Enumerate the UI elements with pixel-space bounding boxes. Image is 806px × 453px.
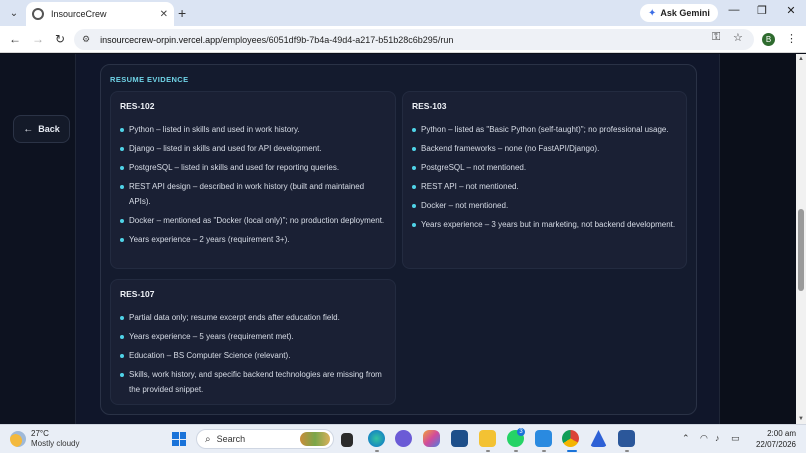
tab-insourcecrew[interactable]: InsourceCrew ✕ — [26, 2, 174, 26]
left-rail: ← Back — [0, 54, 76, 424]
app-a-icon[interactable] — [590, 430, 607, 447]
speaker-muted-icon[interactable]: ♪ — [715, 433, 720, 443]
profile-avatar[interactable]: B — [762, 33, 775, 46]
file-explorer-icon[interactable] — [479, 430, 496, 447]
running-indicator — [486, 450, 490, 452]
active-indicator — [567, 450, 577, 452]
page-content: ← Back RESUME EVIDENCE RES-102 Python – … — [0, 54, 796, 424]
battery-icon[interactable]: ▭ — [731, 433, 740, 444]
start-windows-icon[interactable] — [172, 432, 186, 446]
evidence-item: Docker – not mentioned. — [412, 198, 676, 213]
resume-card-res-107: RES-107 Partial data only; resume excerp… — [110, 279, 396, 405]
clock-time: 2:00 am — [767, 429, 796, 438]
forward-arrow-icon[interactable]: → — [31, 32, 45, 46]
search-icon: ⌕ — [205, 433, 211, 445]
scroll-up-icon[interactable]: ▲ — [798, 56, 804, 62]
resume-card-res-102: RES-102 Python – listed in skills and us… — [110, 91, 396, 269]
search-label: Search — [216, 434, 246, 444]
task-view-icon[interactable] — [341, 433, 353, 447]
evidence-item: Skills, work history, and specific backe… — [120, 367, 385, 397]
main-column: RESUME EVIDENCE RES-102 Python – listed … — [76, 54, 720, 424]
edge-icon[interactable] — [368, 430, 385, 447]
windows-taskbar: 27°C Mostly cloudy ⌕ Search 3 ⌃ ◠ ♪ ▭ 2:… — [0, 424, 806, 453]
temperature: 27°C — [31, 429, 49, 438]
copilot-icon[interactable] — [423, 430, 440, 447]
new-tab-button[interactable]: + — [178, 5, 186, 21]
system-clock[interactable]: 2:00 am 22/07/2026 — [750, 428, 796, 450]
evidence-item: Python – listed in skills and used in wo… — [120, 122, 385, 137]
copilot-app-icon[interactable] — [395, 430, 412, 447]
chevron-up-icon[interactable]: ⌃ — [682, 433, 690, 444]
address-bar[interactable]: ⚙ insourcecrew-orpin.vercel.app/employee… — [74, 29, 754, 50]
evidence-item: Django – listed in skills and used for A… — [120, 141, 385, 156]
minimize-button[interactable]: — — [724, 4, 744, 16]
site-favicon-icon — [32, 8, 44, 20]
tab-search-chevron-icon[interactable]: ⌄ — [6, 5, 22, 21]
vscode-icon[interactable] — [535, 430, 552, 447]
gemini-spark-icon: ✦ — [648, 7, 657, 19]
running-indicator — [514, 450, 518, 452]
microsoft-store-icon[interactable] — [451, 430, 468, 447]
section-title: RESUME EVIDENCE — [110, 75, 189, 84]
tab-strip: ⌄ InsourceCrew ✕ + ✦ Ask Gemini — ❐ ✕ — [0, 0, 806, 26]
back-button-label: Back — [38, 124, 60, 134]
scrollbar-thumb[interactable] — [798, 209, 804, 291]
ask-gemini-label: Ask Gemini — [660, 8, 710, 18]
url-text: insourcecrew-orpin.vercel.app/employees/… — [100, 34, 454, 45]
search-highlight-image — [300, 432, 330, 446]
ask-gemini-button[interactable]: ✦ Ask Gemini — [640, 4, 718, 22]
password-key-icon[interactable]: ⚿ — [712, 31, 720, 44]
browser-menu-icon[interactable]: ⋮ — [786, 32, 797, 45]
chrome-icon[interactable] — [562, 430, 579, 447]
maximize-button[interactable]: ❐ — [752, 4, 772, 17]
resume-card-res-103: RES-103 Python – listed as "Basic Python… — [402, 91, 687, 269]
evidence-item: Partial data only; resume excerpt ends a… — [120, 310, 385, 325]
evidence-item: Docker – mentioned as "Docker (local onl… — [120, 213, 385, 228]
word-icon[interactable] — [618, 430, 635, 447]
scroll-down-icon[interactable]: ▼ — [798, 416, 804, 422]
reload-icon[interactable]: ↻ — [53, 32, 67, 46]
clock-date: 22/07/2026 — [755, 440, 796, 449]
taskbar-search[interactable]: ⌕ Search — [196, 429, 334, 449]
page-scrollbar[interactable]: ▲ ▼ — [796, 54, 806, 424]
close-window-button[interactable]: ✕ — [781, 4, 801, 17]
weather-condition: Mostly cloudy — [31, 439, 80, 448]
evidence-item: REST API design – described in work hist… — [120, 179, 385, 209]
running-indicator — [542, 450, 546, 452]
evidence-item: PostgreSQL – not mentioned. — [412, 160, 676, 175]
evidence-item: Years experience – 3 years but in market… — [412, 217, 676, 232]
arrow-left-icon: ← — [23, 123, 34, 135]
tab-title: InsourceCrew — [51, 9, 107, 19]
resume-evidence-panel: RESUME EVIDENCE RES-102 Python – listed … — [100, 64, 697, 415]
evidence-item: Education – BS Computer Science (relevan… — [120, 348, 385, 363]
evidence-item: Years experience – 5 years (requirement … — [120, 329, 385, 344]
back-button[interactable]: ← Back — [13, 115, 70, 143]
weather-widget[interactable]: 27°C Mostly cloudy — [10, 429, 79, 449]
card-title: RES-102 — [120, 101, 155, 111]
bookmark-star-icon[interactable]: ☆ — [733, 31, 743, 44]
card-title: RES-103 — [412, 101, 447, 111]
running-indicator — [375, 450, 379, 452]
evidence-item: Python – listed as "Basic Python (self-t… — [412, 122, 676, 137]
wifi-icon[interactable]: ◠ — [700, 433, 708, 444]
tab-close-icon[interactable]: ✕ — [160, 9, 168, 20]
running-indicator — [625, 450, 629, 452]
whatsapp-badge: 3 — [517, 428, 525, 436]
browser-toolbar: ← → ↻ ⚙ insourcecrew-orpin.vercel.app/em… — [0, 26, 806, 53]
back-arrow-icon[interactable]: ← — [8, 32, 22, 46]
right-rail — [720, 54, 796, 424]
site-info-icon[interactable]: ⚙ — [82, 34, 90, 45]
card-title: RES-107 — [120, 289, 155, 299]
partly-cloudy-icon — [10, 431, 26, 447]
evidence-item: PostgreSQL – listed in skills and used f… — [120, 160, 385, 175]
evidence-item: Years experience – 2 years (requirement … — [120, 232, 385, 247]
evidence-item: Backend frameworks – none (no FastAPI/Dj… — [412, 141, 676, 156]
evidence-item: REST API – not mentioned. — [412, 179, 676, 194]
